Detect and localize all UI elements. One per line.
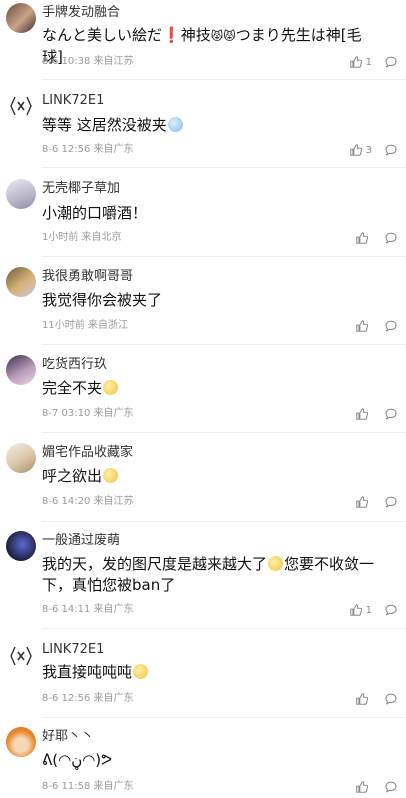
- comment-item: 我很勇敢啊哥哥 我觉得你会被夹了 11小时前 来自浙江: [0, 265, 406, 345]
- comment-bubble-icon[interactable]: [384, 407, 398, 421]
- avatar[interactable]: [6, 641, 36, 671]
- comment-text-segment: 等等 这居然没被夹: [42, 116, 167, 134]
- timestamp-location: 8-6 14:11 来自广东: [42, 604, 134, 615]
- cat-emoji: 😾😾: [210, 29, 236, 43]
- comment-text: 呼之欲出: [42, 466, 382, 487]
- username[interactable]: 无壳椰子草加: [42, 181, 120, 197]
- timestamp-location: 8-6 12:56 来自广东: [42, 693, 134, 704]
- like-button[interactable]: 1: [349, 603, 372, 617]
- username[interactable]: 一般通过废萌: [42, 533, 120, 549]
- comment-text: 等等 这居然没被夹: [42, 115, 382, 136]
- comment-item: 手牌发动融合 なんと美しい絵だ❗神技😾😾つまり先生は神[毛球] 8-6 10:3…: [0, 0, 406, 80]
- comment-text: 小潮的口嚼酒！: [42, 204, 148, 222]
- exclamation-emoji: ❗: [162, 26, 181, 44]
- comment-text-segment: 神技: [180, 26, 211, 44]
- comment-item: 好耶丶丶 ᕕ(◠ڼ◠)ᕗ 8-6 11:58 来自广东: [0, 726, 406, 798]
- divider: [42, 79, 406, 80]
- thumbs-up-icon: [349, 144, 362, 156]
- comment-text: ᕕ(◠ڼ◠)ᕗ: [42, 751, 113, 769]
- link-logo-icon: [10, 646, 32, 666]
- comment-text: 我直接吨吨吨: [42, 662, 382, 683]
- comment-item: LINK72E1 我直接吨吨吨 8-6 12:56 来自广东: [0, 638, 406, 718]
- comment-bubble-icon[interactable]: [384, 143, 398, 157]
- avatar[interactable]: [6, 91, 36, 121]
- timestamp-location: 8-6 12:56 来自广东: [42, 144, 134, 155]
- cat-emoji: [103, 380, 119, 395]
- divider: [42, 344, 406, 345]
- comment-item: LINK72E1 等等 这居然没被夹 8-6 12:56 来自广东 3: [0, 88, 406, 168]
- thumbs-up-icon: [356, 781, 369, 793]
- comment-item: 无壳椰子草加 小潮的口嚼酒！ 1小时前 来自北京: [0, 176, 406, 257]
- timestamp-location: 8-6 11:58 来自广东: [42, 781, 134, 792]
- username[interactable]: 手牌发动融合: [42, 5, 120, 21]
- comment-bubble-icon[interactable]: [384, 495, 398, 509]
- like-count: 3: [365, 144, 372, 156]
- comment-text-segment: なんと美しい絵だ: [42, 26, 163, 44]
- avatar[interactable]: [6, 267, 36, 297]
- timestamp-location: 1小时前 来自北京: [42, 232, 122, 243]
- comment-text-segment: 呼之欲出: [42, 467, 103, 485]
- comment-item: 吃货西行玖 完全不夹 8-7 03:10 来自广东: [0, 353, 406, 433]
- like-button[interactable]: [355, 407, 372, 421]
- comment-bubble-icon[interactable]: [384, 55, 398, 69]
- avatar[interactable]: [6, 3, 36, 33]
- comment-text-segment: 我直接吨吨吨: [42, 663, 133, 681]
- like-button[interactable]: [355, 692, 372, 706]
- like-count: 1: [365, 604, 372, 616]
- avatar[interactable]: [6, 443, 36, 473]
- thumbs-up-icon: [356, 496, 369, 508]
- username[interactable]: 吃货西行玖: [42, 357, 107, 373]
- like-count: 1: [365, 56, 372, 68]
- comment-text: 我觉得你会被夹了: [42, 291, 163, 309]
- timestamp-location: 8-6 14:20 来自江苏: [42, 496, 134, 507]
- thumbs-up-icon: [356, 232, 369, 244]
- like-button[interactable]: 3: [349, 143, 372, 157]
- divider: [42, 628, 406, 629]
- link-logo-icon: [10, 96, 32, 116]
- username[interactable]: 媚宅作品收藏家: [42, 445, 133, 461]
- comment-item: 媚宅作品收藏家 呼之欲出 8-6 14:20 来自江苏: [0, 441, 406, 522]
- thumbs-up-icon: [356, 408, 369, 420]
- avatar[interactable]: [6, 727, 36, 757]
- comment-text-segment: 完全不夹: [42, 379, 103, 397]
- comment-bubble-icon[interactable]: [384, 319, 398, 333]
- divider: [42, 167, 406, 168]
- like-button[interactable]: [355, 319, 372, 333]
- shock-emoji: [167, 117, 183, 132]
- avatar[interactable]: [6, 531, 36, 561]
- divider: [42, 432, 406, 433]
- thumbs-up-icon: [356, 693, 369, 705]
- timestamp-location: 11小时前 来自浙江: [42, 320, 128, 331]
- heart-eyes-cat-emoji: [103, 468, 119, 483]
- comment-list: 手牌发动融合 なんと美しい絵だ❗神技😾😾つまり先生は神[毛球] 8-6 10:3…: [0, 0, 406, 798]
- username[interactable]: 我很勇敢啊哥哥: [42, 269, 133, 285]
- timestamp-location: 8-6 10:38 来自江苏: [42, 56, 134, 67]
- comment-bubble-icon[interactable]: [384, 692, 398, 706]
- divider: [42, 256, 406, 257]
- comment-text-segment: 我的天，发的图尺度是越来越大了: [42, 555, 268, 573]
- like-button[interactable]: [355, 231, 372, 245]
- comment-bubble-icon[interactable]: [384, 780, 398, 794]
- username[interactable]: LINK72E1: [42, 93, 104, 109]
- username[interactable]: 好耶丶丶: [42, 729, 94, 745]
- avatar[interactable]: [6, 355, 36, 385]
- timestamp-location: 8-7 03:10 来自广东: [42, 408, 134, 419]
- thumbs-up-icon: [356, 320, 369, 332]
- tears-of-joy-emoji: [268, 556, 284, 571]
- comment-bubble-icon[interactable]: [384, 231, 398, 245]
- like-button[interactable]: [355, 780, 372, 794]
- comment-text: 我的天，发的图尺度是越来越大了 您要不收敛一下，真怕您被ban了: [42, 554, 382, 596]
- comment-item: 一般通过废萌 我的天，发的图尺度是越来越大了 您要不收敛一下，真怕您被ban了 8…: [0, 530, 406, 638]
- divider: [42, 521, 406, 522]
- divider: [42, 717, 406, 718]
- like-button[interactable]: 1: [349, 55, 372, 69]
- avatar[interactable]: [6, 179, 36, 209]
- username[interactable]: LINK72E1: [42, 642, 104, 658]
- thumbs-up-icon: [349, 56, 362, 68]
- thumbs-up-icon: [349, 604, 362, 616]
- like-button[interactable]: [355, 495, 372, 509]
- comment-bubble-icon[interactable]: [384, 603, 398, 617]
- comment-text: 完全不夹: [42, 378, 382, 399]
- cat-emoji: [133, 664, 149, 679]
